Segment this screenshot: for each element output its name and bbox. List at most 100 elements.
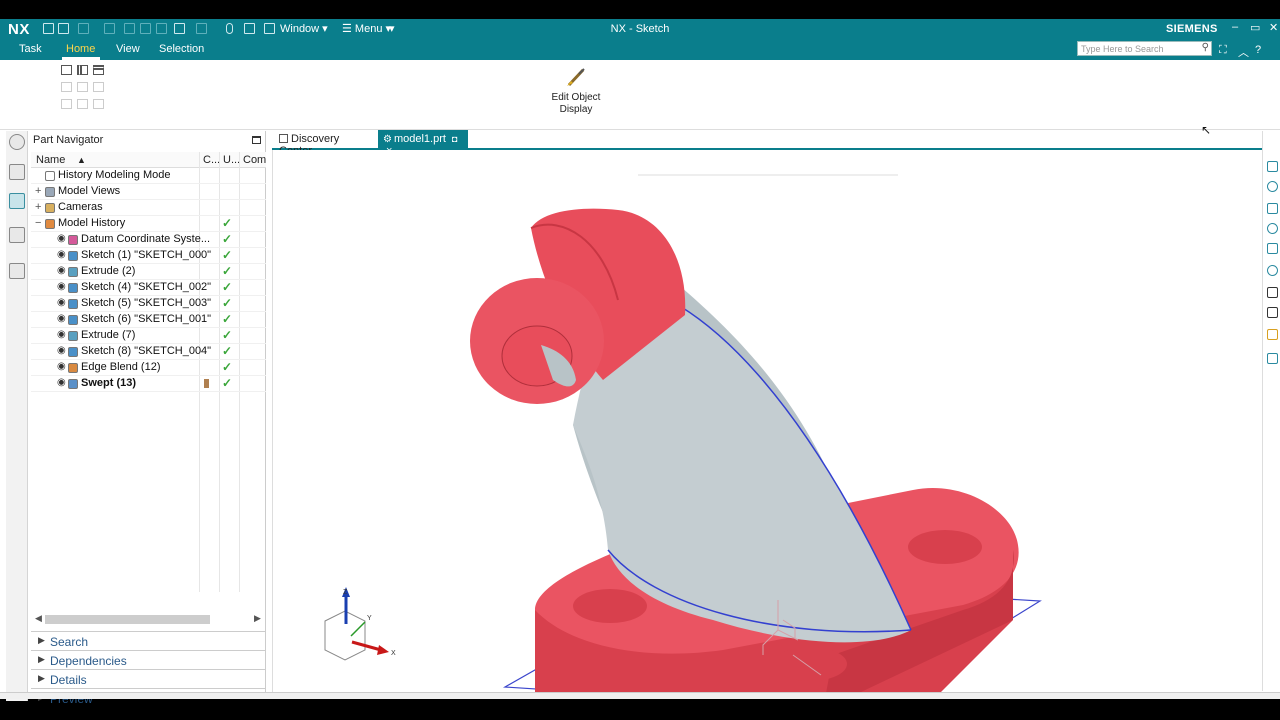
sketch-icon	[68, 347, 78, 357]
column-comment[interactable]: Com	[243, 154, 266, 166]
visibility-eye-icon[interactable]: ◉	[57, 345, 66, 356]
tree-row[interactable]: ◉ Sketch (5) "SKETCH_003" ✓	[31, 296, 266, 312]
tree-row[interactable]: ◉ Swept (13) ✓	[31, 376, 266, 392]
visibility-eye-icon[interactable]: ◉	[57, 297, 66, 308]
collapse-icon[interactable]: −	[35, 217, 41, 229]
maximize-icon[interactable]	[252, 136, 261, 144]
visibility-eye-icon[interactable]: ◉	[57, 361, 66, 372]
collapse-ribbon-icon[interactable]: ︿	[1238, 44, 1249, 60]
tab-home[interactable]: Home	[66, 43, 95, 55]
graphics-window[interactable]: Z Y X	[272, 150, 1262, 692]
up-to-date-check-icon: ✓	[222, 360, 233, 374]
layout-two-horizontal-icon[interactable]	[93, 65, 104, 75]
tree-row[interactable]: ◉ Extrude (7) ✓	[31, 328, 266, 344]
visibility-eye-icon[interactable]: ◉	[57, 233, 66, 244]
show-hide-icon[interactable]	[1267, 223, 1278, 234]
tree-row[interactable]: ◉ Sketch (4) "SKETCH_002" ✓	[31, 280, 266, 296]
tree-row[interactable]: ◉ Edge Blend (12) ✓	[31, 360, 266, 376]
line-icon[interactable]	[1267, 161, 1278, 172]
fit-view-icon[interactable]	[1267, 287, 1278, 298]
sketch-icon	[68, 283, 78, 293]
views-icon	[45, 187, 55, 197]
scroll-right-icon[interactable]: ▶	[254, 613, 261, 624]
visibility-eye-icon[interactable]: ◉	[57, 313, 66, 324]
tree-row[interactable]: + Model Views	[31, 184, 266, 200]
tree-row[interactable]: ◉ Datum Coordinate Syste... ✓	[31, 232, 266, 248]
layout-four-icon[interactable]	[77, 82, 88, 92]
visibility-eye-icon[interactable]: ◉	[57, 281, 66, 292]
measure-icon[interactable]	[1267, 353, 1278, 364]
scrollbar-thumb[interactable]	[45, 615, 210, 624]
column-current[interactable]: C...	[203, 154, 220, 166]
layout-two-vertical-icon[interactable]	[77, 65, 88, 75]
constraint-icon[interactable]	[1267, 243, 1278, 254]
circle-icon[interactable]	[1267, 181, 1278, 192]
up-to-date-check-icon: ✓	[222, 296, 233, 310]
column-name[interactable]: Name	[36, 154, 65, 166]
command-search-input[interactable]: Type Here to Search ⚲	[1077, 41, 1212, 56]
tree-row[interactable]: − Model History ✓	[31, 216, 266, 232]
visibility-eye-icon[interactable]: ◉	[57, 329, 66, 340]
column-up-to-date[interactable]: U...	[223, 154, 240, 166]
visibility-eye-icon[interactable]: ◉	[57, 265, 66, 276]
view-frame-icon[interactable]	[1267, 307, 1278, 318]
right-tool-bar	[1262, 131, 1280, 691]
tree-row-label: Model History	[58, 217, 126, 229]
sort-ascending-icon[interactable]: ▲	[77, 155, 86, 165]
restore-icon[interactable]: ▭	[1250, 21, 1260, 34]
modified-marker-icon: ◘	[452, 134, 458, 144]
web-browser-icon[interactable]	[9, 227, 25, 243]
layout-split-right-icon[interactable]	[77, 99, 88, 109]
tab-view[interactable]: View	[116, 43, 140, 55]
tree-row[interactable]: History Modeling Mode	[31, 168, 266, 184]
tools-icon[interactable]	[9, 263, 25, 279]
tree-row[interactable]: ◉ Extrude (2) ✓	[31, 264, 266, 280]
tab-task[interactable]: Task	[19, 43, 42, 55]
expand-icon[interactable]: +	[35, 185, 41, 197]
close-window-icon[interactable]: ✕	[1269, 21, 1278, 34]
tab-model1-prt[interactable]: ⚙model1.prt ◘ ×	[378, 130, 468, 157]
tree-row[interactable]: ◉ Sketch (6) "SKETCH_001" ✓	[31, 312, 266, 328]
datum-csys-icon	[68, 235, 78, 245]
horizontal-scrollbar[interactable]: ◀ ▶	[33, 613, 263, 625]
layout-six-icon[interactable]	[93, 82, 104, 92]
layout-single-icon[interactable]	[61, 65, 72, 75]
paintbrush-icon	[567, 68, 585, 87]
tree-row-label: Sketch (6) "SKETCH_001"	[81, 313, 212, 325]
tab-selection[interactable]: Selection	[159, 43, 204, 55]
tree-row-label: Sketch (5) "SKETCH_003"	[81, 297, 212, 309]
up-to-date-check-icon: ✓	[222, 264, 233, 278]
minimize-icon[interactable]: –	[1232, 21, 1238, 33]
tree-row[interactable]: ◉ Sketch (1) "SKETCH_000" ✓	[31, 248, 266, 264]
tree-row[interactable]: + Cameras	[31, 200, 266, 216]
layout-grid-icon[interactable]	[93, 99, 104, 109]
panel-dependencies[interactable]: ▶ Dependencies	[31, 650, 266, 669]
render-style-icon[interactable]	[1267, 329, 1278, 340]
part-navigator-icon[interactable]	[9, 193, 25, 209]
arc-icon[interactable]	[1267, 265, 1278, 276]
tree-row[interactable]: ◉ Sketch (8) "SKETCH_004" ✓	[31, 344, 266, 360]
tree-row-label: Swept (13)	[81, 377, 137, 389]
scroll-left-icon[interactable]: ◀	[35, 613, 42, 624]
document-tab-bar: Discovery Center ⚙model1.prt ◘ ×	[272, 130, 1262, 157]
up-to-date-check-icon: ✓	[222, 344, 233, 358]
settings-gear-icon[interactable]	[9, 134, 25, 150]
assembly-navigator-icon[interactable]	[9, 164, 25, 180]
help-icon[interactable]: ?	[1255, 44, 1261, 56]
fullscreen-icon[interactable]: ⛶	[1219, 44, 1227, 57]
part-file-icon: ⚙	[383, 134, 392, 145]
edit-object-display-label-1: Edit Object	[551, 92, 601, 103]
visibility-eye-icon[interactable]: ◉	[57, 377, 66, 388]
layout-three-icon[interactable]	[61, 82, 72, 92]
rectangle-icon[interactable]	[1267, 203, 1278, 214]
visibility-eye-icon[interactable]: ◉	[57, 249, 66, 260]
tab-discovery-center[interactable]: Discovery Center	[274, 130, 376, 157]
edit-object-display-button[interactable]: Edit Object Display	[548, 66, 604, 116]
search-icon[interactable]: ⚲	[1202, 42, 1209, 53]
part-navigator: Part Navigator Name ▲ C... U... Com Hist…	[31, 131, 266, 706]
panel-details[interactable]: ▶ Details	[31, 669, 266, 688]
layout-split-left-icon[interactable]	[61, 99, 72, 109]
expand-icon[interactable]: +	[35, 201, 41, 213]
panel-search[interactable]: ▶ Search	[31, 631, 266, 650]
tab-model1-prt-label: model1.prt	[393, 133, 446, 145]
